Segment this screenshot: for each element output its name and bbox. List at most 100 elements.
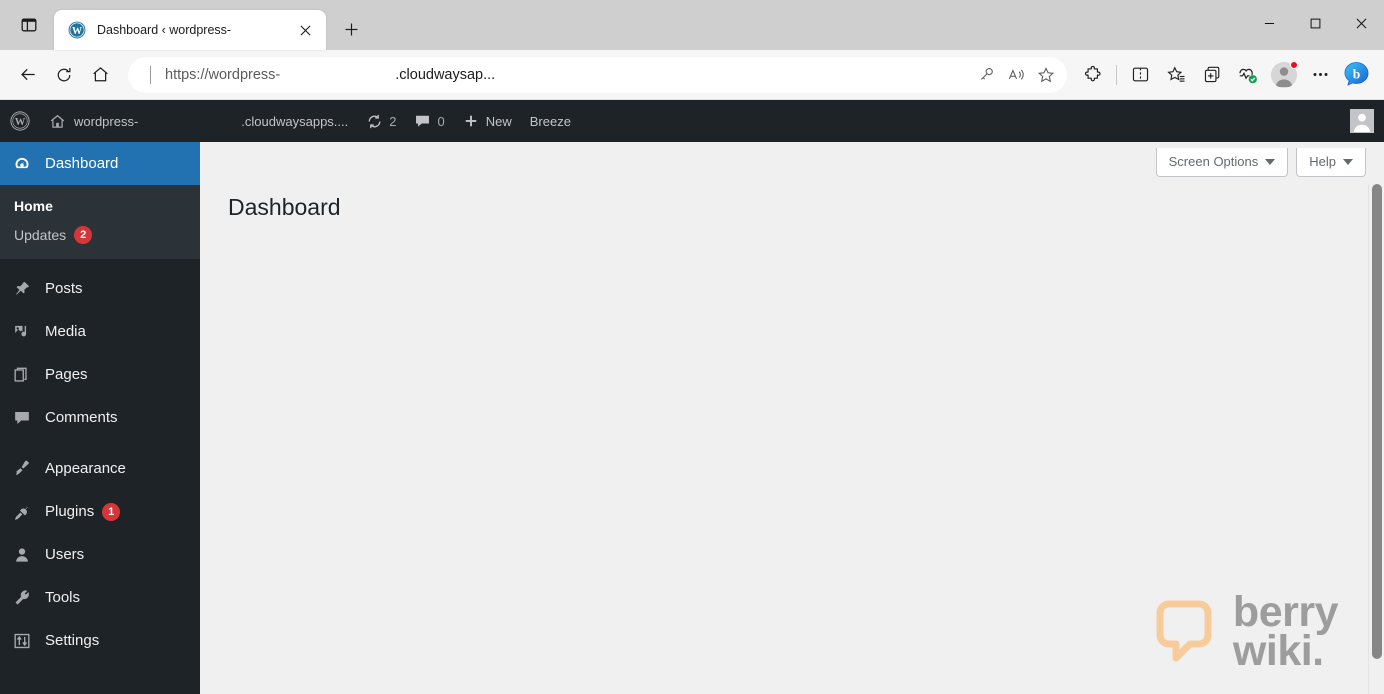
sidebar-subitem-updates[interactable]: Updates 2 [0,220,200,250]
site-name-label: wordpress- [74,113,139,129]
sidebar-item-label: Settings [45,632,100,649]
site-suffix-text: .cloudwaysapps.... [241,113,349,129]
sidebar-item-settings[interactable]: Settings [0,619,200,662]
read-aloud-icon[interactable] [1001,60,1031,90]
breeze-label: Breeze [529,113,571,129]
dashboard-gauge-icon [12,155,32,173]
berry-wiki-watermark: berry wiki. [1148,591,1339,676]
address-bar[interactable]: https://wordpress- .cloudwaysap... [128,56,1067,93]
screen-options-label: Screen Options [1168,154,1259,169]
sidebar-subitem-home[interactable]: Home [0,192,200,220]
comments-menu[interactable]: 0 [405,100,453,142]
key-icon[interactable] [971,60,1001,90]
browser-window: W Dashboard ‹ wordpress- https://wordpre… [0,0,1384,694]
sidebar-item-label: Posts [45,280,83,297]
plus-icon [463,113,479,129]
comment-icon [414,113,431,130]
tab-actions-icon[interactable] [8,6,50,44]
sidebar-item-posts[interactable]: Posts [0,267,200,310]
watermark-line2: wiki. [1232,627,1324,676]
sidebar-item-users[interactable]: Users [0,533,200,576]
sidebar-item-label: Users [45,546,85,563]
site-suffix-label[interactable]: .cloudwaysapps.... [232,100,357,142]
comments-count: 0 [437,113,445,129]
new-tab-icon[interactable] [334,12,368,46]
tab-title: Dashboard ‹ wordpress- [97,23,232,37]
toolbar-divider [1116,64,1117,85]
sidebar-item-label: Dashboard [45,155,119,172]
submenu-label: Updates [14,227,67,243]
refresh-icon[interactable] [46,57,82,93]
browser-tab[interactable]: W Dashboard ‹ wordpress- [54,10,326,50]
wp-body: Dashboard Home Updates 2 Posts Media Pag… [0,142,1384,694]
help-button[interactable]: Help [1296,148,1366,177]
wordpress-icon: W [68,21,86,39]
sidebar-item-media[interactable]: Media [0,310,200,353]
comment-icon [12,409,32,427]
sidebar-item-label: Tools [45,589,81,606]
favorites-icon[interactable] [1158,57,1194,93]
settings-more-icon[interactable] [1302,57,1338,93]
breeze-menu[interactable]: Breeze [521,100,580,142]
adminbar-right [1350,100,1384,142]
close-window-button[interactable] [1338,0,1384,46]
home-icon[interactable] [82,57,118,93]
split-screen-icon[interactable] [1122,57,1158,93]
svg-text:W: W [72,26,82,37]
sidebar-item-label: Appearance [45,460,126,477]
pages-icon [12,366,32,384]
wp-main-content: Screen Options Help Dashboard berry wiki… [200,142,1384,694]
site-name-menu[interactable]: wordpress- [40,100,147,142]
sidebar-item-comments[interactable]: Comments [0,396,200,439]
sidebar-item-label: Comments [45,409,118,426]
help-label: Help [1309,154,1336,169]
chevron-down-icon [1343,158,1353,165]
user-icon [12,546,32,564]
sidebar-item-appearance[interactable]: Appearance [0,447,200,490]
screen-meta-links: Screen Options Help [200,142,1384,177]
menu-separator [0,439,200,447]
address-bar-url[interactable]: https://wordpress- .cloudwaysap... [151,67,971,83]
copilot-icon[interactable]: b [1338,57,1374,93]
plug-icon [12,503,32,521]
collections-icon[interactable] [1194,57,1230,93]
media-icon [12,323,32,341]
url-host: .cloudwaysap... [395,66,496,83]
new-content-menu[interactable]: New [454,100,521,142]
profile-avatar-icon[interactable] [1266,57,1302,93]
sidebar-item-label: Pages [45,366,88,383]
chevron-down-icon [1265,158,1276,165]
sidebar-item-tools[interactable]: Tools [0,576,200,619]
vertical-scrollbar[interactable] [1368,184,1384,694]
sidebar-item-plugins[interactable]: Plugins 1 [0,490,200,533]
sidebar-item-dashboard[interactable]: Dashboard [0,142,208,185]
user-avatar [1350,109,1374,133]
scrollbar-thumb[interactable] [1372,184,1382,659]
wp-admin-sidebar: Dashboard Home Updates 2 Posts Media Pag… [0,142,208,694]
home-icon [49,113,66,130]
favorite-star-icon[interactable] [1031,60,1061,90]
maximize-button[interactable] [1292,0,1338,46]
updates-menu[interactable]: 2 [357,100,405,142]
wrench-icon [12,589,32,607]
browser-essentials-icon[interactable] [1230,57,1266,93]
svg-text:b: b [1352,66,1360,81]
browser-toolbar: https://wordpress- .cloudwaysap... b [0,50,1384,100]
sidebar-item-label: Media [45,323,86,340]
new-label: New [485,113,512,129]
window-controls [1246,0,1384,46]
plugins-badge: 1 [102,502,121,521]
minimize-button[interactable] [1246,0,1292,46]
back-arrow-icon[interactable] [10,57,46,93]
svg-text:W: W [15,117,26,128]
updates-count: 2 [389,113,397,129]
screen-options-button[interactable]: Screen Options [1155,148,1289,177]
paintbrush-icon [12,460,32,478]
close-icon[interactable] [292,17,318,43]
my-account-menu[interactable] [1350,100,1374,142]
updates-badge: 2 [74,226,93,244]
extensions-icon[interactable] [1075,57,1111,93]
sidebar-item-label: Plugins [45,503,95,520]
wp-logo-menu[interactable]: W [0,100,40,142]
sidebar-item-pages[interactable]: Pages [0,353,200,396]
